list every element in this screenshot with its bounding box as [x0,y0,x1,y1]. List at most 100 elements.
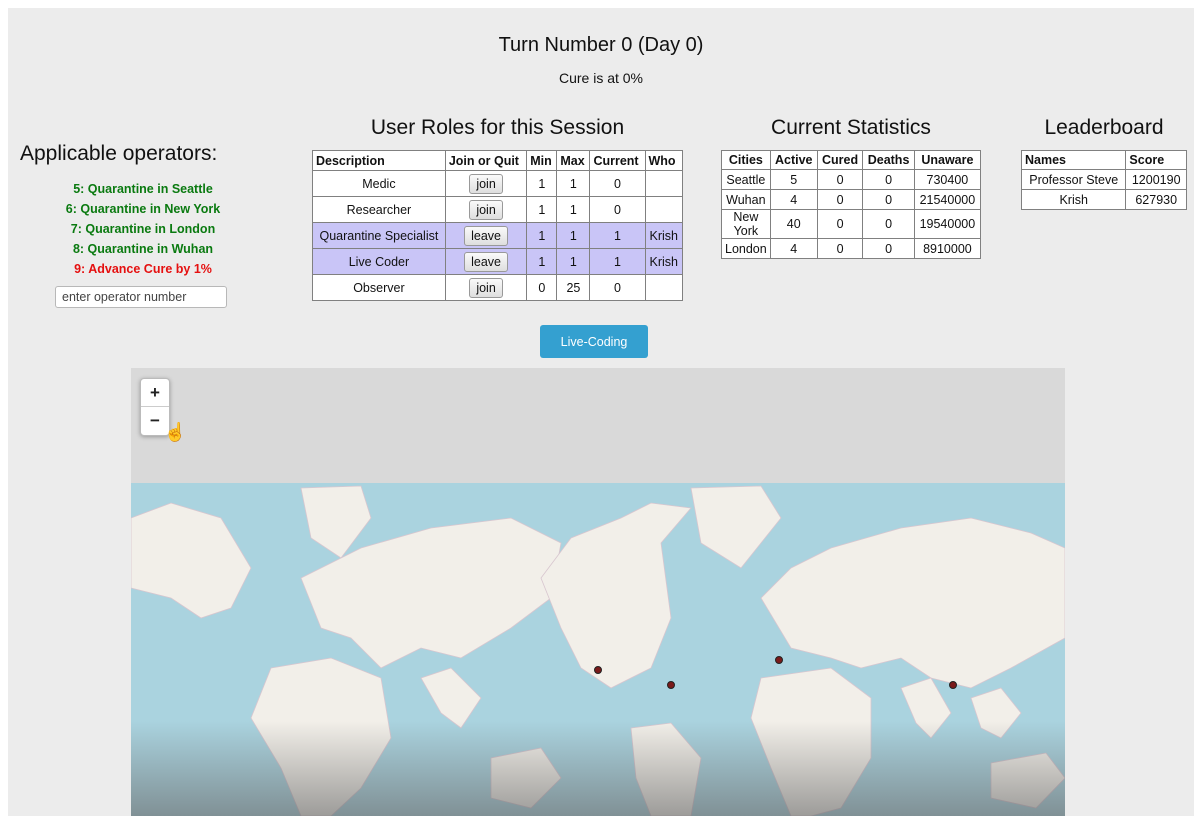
roles-table: Description Join or Quit Min Max Current… [312,150,683,301]
city-name: London [721,238,771,259]
city-deaths: 0 [862,189,915,210]
city-active: 5 [769,169,818,190]
live-coding-button[interactable]: Live-Coding [540,325,648,358]
city-unaware: 21540000 [913,189,982,210]
seattle-marker[interactable] [594,666,602,674]
map-canvas [131,483,1065,816]
table-row: Medic join 1 1 0 [312,170,683,197]
operator-item: 5: Quarantine in Seattle [73,182,213,196]
city-deaths: 0 [862,209,915,239]
leaderboard-title: Leaderboard [1044,116,1164,139]
operator-item: 8: Quarantine in Wuhan [72,242,214,256]
role-max: 1 [556,196,591,223]
city-name: New York [721,209,771,239]
role-who: Krish [644,248,683,275]
role-max: 25 [556,274,591,301]
player-name: Professor Steve [1020,169,1127,190]
wuhan-marker[interactable] [949,681,957,689]
operator-number-input[interactable] [55,286,227,308]
table-row: Seattle 5 0 0 730400 [721,169,982,190]
role-max: 1 [556,248,591,275]
table-row: Live Coder leave 1 1 1 Krish [312,248,683,275]
stats-table: Cities Active Cured Deaths Unaware Seatt… [721,150,982,259]
role-current: 0 [589,170,646,197]
role-current: 0 [589,196,646,223]
table-row: New York 40 0 0 19540000 [721,209,982,239]
column-header: Min [526,150,558,171]
city-cured: 0 [816,189,864,210]
table-row: Professor Steve 1200190 [1020,169,1187,190]
hand-cursor-icon: ☝ [164,422,187,442]
role-current: 1 [589,248,646,275]
column-header: Cities [721,150,771,170]
roles-header-row: Description Join or Quit Min Max Current… [312,150,683,171]
city-deaths: 0 [862,238,915,259]
join-button[interactable]: join [469,173,503,194]
role-min: 1 [526,196,558,223]
role-who: Krish [644,222,683,249]
role-who [644,170,683,197]
role-min: 1 [526,222,558,249]
role-who [644,196,683,223]
role-current: 0 [589,274,646,301]
table-row: Observer join 0 25 0 [312,274,683,301]
city-cured: 0 [816,238,864,259]
city-name: Wuhan [721,189,771,210]
leave-button[interactable]: leave [464,225,508,246]
column-header: Active [769,150,818,170]
table-row: London 4 0 0 8910000 [721,238,982,259]
zoom-in-button[interactable]: + [141,379,169,407]
city-deaths: 0 [862,169,915,190]
cure-status: Cure is at 0% [558,70,644,86]
column-header: Description [312,150,446,171]
city-cured: 0 [816,169,864,190]
column-header: Deaths [862,150,915,170]
london-marker[interactable] [775,656,783,664]
role-min: 1 [526,248,558,275]
role-who [644,274,683,301]
role-description: Quarantine Specialist [312,222,446,249]
role-max: 1 [556,222,591,249]
roles-title: User Roles for this Session [370,116,625,139]
player-score: 627930 [1125,189,1187,210]
role-description: Observer [312,274,446,301]
role-description: Researcher [312,196,446,223]
column-header: Unaware [913,150,982,170]
column-header: Score [1125,150,1187,170]
city-unaware: 19540000 [913,209,982,239]
city-active: 4 [769,189,818,210]
player-name: Krish [1020,189,1127,210]
role-max: 1 [556,170,591,197]
join-button[interactable]: join [469,277,503,298]
role-description: Live Coder [312,248,446,275]
player-score: 1200190 [1125,169,1187,190]
operator-item: 9: Advance Cure by 1% [74,262,212,276]
stats-header-row: Cities Active Cured Deaths Unaware [721,150,982,170]
city-unaware: 730400 [913,169,982,190]
world-map[interactable]: + − ☝ [131,368,1065,816]
join-button[interactable]: join [469,199,503,220]
column-header: Max [556,150,591,171]
table-row: Wuhan 4 0 0 21540000 [721,189,982,210]
column-header: Join or Quit [444,150,528,171]
column-header: Current [589,150,646,171]
role-min: 0 [526,274,558,301]
role-current: 1 [589,222,646,249]
operator-item: 6: Quarantine in New York [65,202,221,216]
city-active: 4 [769,238,818,259]
turn-number: Turn Number 0 (Day 0) [498,34,704,56]
table-row: Researcher join 1 1 0 [312,196,683,223]
operator-item: 7: Quarantine in London [70,222,216,236]
city-unaware: 8910000 [913,238,982,259]
role-min: 1 [526,170,558,197]
operators-title: Applicable operators: [20,142,218,165]
leave-button[interactable]: leave [464,251,508,272]
column-header: Cured [816,150,864,170]
city-cured: 0 [816,209,864,239]
stats-title: Current Statistics [771,116,931,139]
operators-list: 5: Quarantine in Seattle 6: Quarantine i… [28,179,258,279]
city-name: Seattle [721,169,771,190]
leaderboard-table: Names Score Professor Steve 1200190 Kris… [1020,150,1187,210]
new-york-marker[interactable] [667,681,675,689]
table-row: Quarantine Specialist leave 1 1 1 Krish [312,222,683,249]
